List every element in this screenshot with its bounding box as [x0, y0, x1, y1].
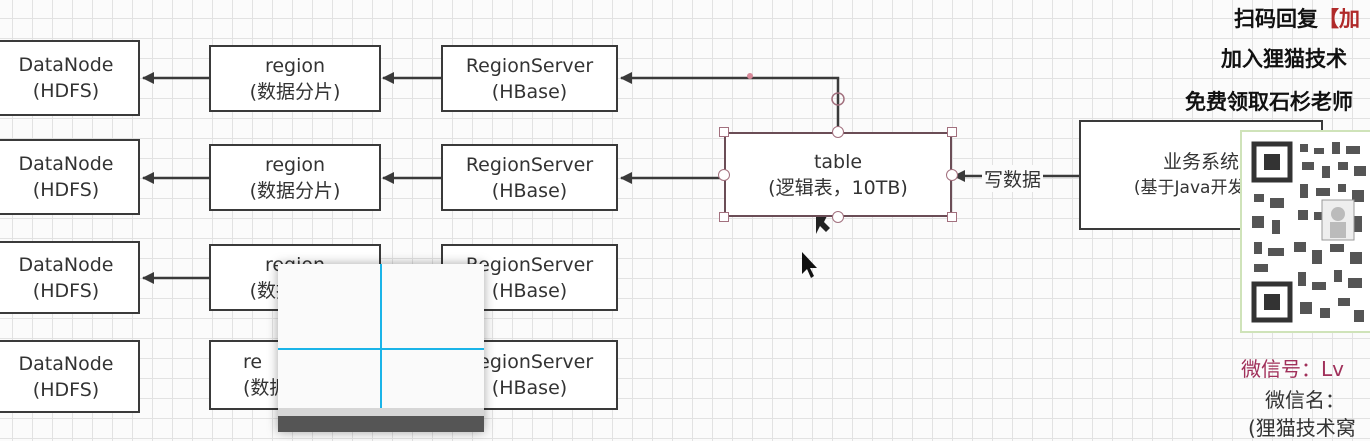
magnifier-bar-dark	[278, 416, 484, 432]
datanode-3-sub: (HDFS)	[32, 279, 100, 302]
promo-line-3: 免费领取石杉老师	[1185, 90, 1353, 114]
table-node-sub: (逻辑表，10TB)	[768, 176, 908, 199]
datanode-1[interactable]: DataNode (HDFS)	[0, 40, 140, 116]
connector-handle-top[interactable]	[832, 126, 844, 138]
table-node[interactable]: table (逻辑表，10TB)	[724, 132, 952, 217]
region-1-sub: (数据分片)	[249, 80, 341, 103]
connector-handle-right[interactable]	[946, 169, 958, 181]
region-1-title: region	[264, 54, 326, 77]
resize-handle-bottom-right[interactable]	[947, 212, 957, 222]
datanode-2[interactable]: DataNode (HDFS)	[0, 139, 140, 215]
waypoint-dot[interactable]	[747, 73, 753, 79]
region-4-title: re	[243, 351, 263, 373]
resize-handle-top-left[interactable]	[719, 127, 729, 137]
regionserver-4-sub: (HBase)	[491, 377, 568, 399]
datanode-1-title: DataNode	[18, 54, 114, 76]
datanode-4-sub: (HDFS)	[32, 378, 100, 401]
promo-line-2: 加入狸猫技术	[1221, 47, 1347, 71]
datanode-2-sub: (HDFS)	[32, 179, 100, 201]
magnifier-popup	[278, 264, 484, 432]
edge-table-to-server-1[interactable]	[620, 72, 840, 132]
regionserver-2-sub: (HBase)	[491, 179, 568, 202]
datanode-4[interactable]: DataNode (HDFS)	[0, 340, 140, 413]
table-node-title: table	[813, 150, 863, 173]
crosshair-vertical	[380, 264, 382, 432]
datanode-2-title: DataNode	[18, 153, 114, 175]
magnifier-bar-light	[278, 408, 484, 416]
datanode-4-title: DataNode	[18, 352, 114, 375]
resize-handle-top-right[interactable]	[947, 127, 957, 137]
regionserver-3-sub: (HBase)	[491, 279, 568, 302]
wechat-name: 微信名：	[1265, 388, 1345, 412]
regionserver-2[interactable]: RegionServer (HBase)	[441, 144, 618, 211]
region-2-title: region	[264, 153, 326, 176]
connector-handle-bottom[interactable]	[832, 211, 844, 223]
promo-line-1: 扫码回复【加	[1234, 7, 1360, 31]
regionserver-1[interactable]: RegionServer (HBase)	[441, 45, 618, 112]
datanode-3[interactable]: DataNode (HDFS)	[0, 241, 140, 314]
regionserver-3-title: RegionServer	[465, 253, 594, 276]
wechat-id: 微信号：Lv	[1241, 357, 1344, 381]
regionserver-1-title: RegionServer	[465, 54, 594, 77]
region-2[interactable]: region (数据分片)	[209, 144, 381, 211]
wechat-name-sub: (狸猫技术窝	[1248, 416, 1356, 440]
regionserver-4-title: RegionServer	[465, 351, 594, 373]
connector-handle-left[interactable]	[718, 169, 730, 181]
mouse-cursor-icon	[802, 252, 817, 278]
qr-code-icon	[1251, 141, 1366, 323]
datanode-1-sub: (HDFS)	[32, 80, 100, 102]
edge-label-write-data: 写数据	[982, 165, 1044, 192]
region-1[interactable]: region (数据分片)	[209, 45, 381, 112]
regionserver-2-title: RegionServer	[465, 153, 594, 176]
regionserver-1-sub: (HBase)	[491, 80, 568, 103]
region-2-sub: (数据分片)	[249, 179, 341, 202]
business-system-title: 业务系统	[1162, 151, 1239, 173]
datanode-3-title: DataNode	[18, 253, 114, 276]
resize-handle-bottom-left[interactable]	[719, 212, 729, 222]
qr-code[interactable]	[1240, 130, 1370, 333]
